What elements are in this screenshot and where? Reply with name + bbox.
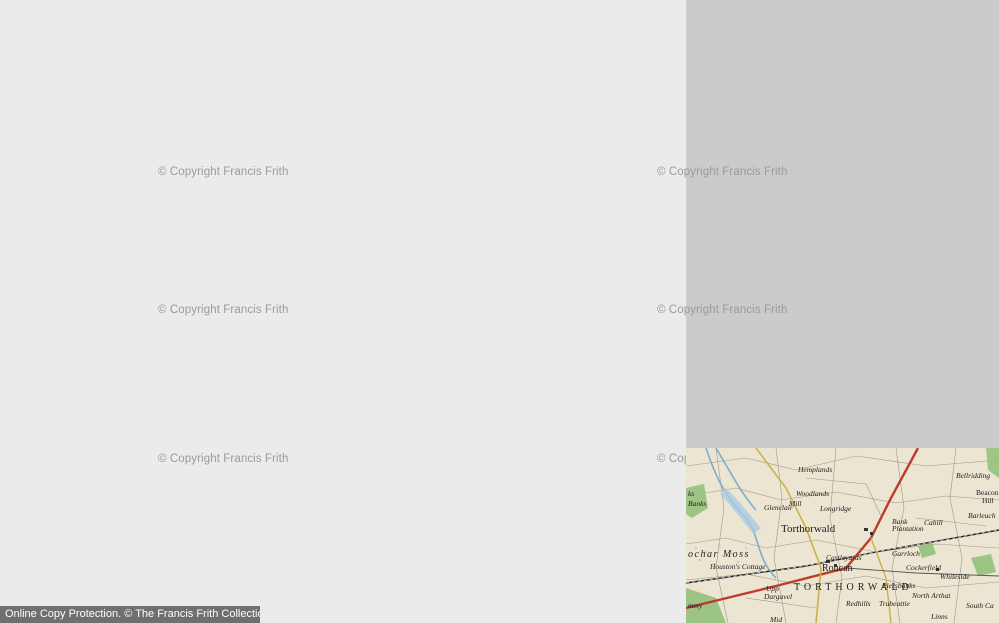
map-label-torthorwald-parish: TORTHORWALD [794, 582, 913, 593]
map-label-woodlands: Woodlands [796, 489, 829, 498]
map-tile[interactable]: Hemplands Woodlands Bellridding Beacon H… [686, 448, 999, 623]
map-label-torthorwald: Torthorwald [781, 523, 836, 535]
map-label-north-arthat: North Arthat [911, 591, 951, 600]
map-label-lochar-moss: ochar Moss [688, 549, 750, 560]
map-label-dargavel: Dargavel [763, 592, 792, 601]
map-label-redhills: Redhills [845, 599, 871, 608]
footer-protection-text: Online Copy Protection. [5, 608, 122, 620]
map-label-barleuch: Barleuch [968, 511, 996, 520]
map-label-castleyards: Castleyards [826, 553, 862, 562]
map-label-linns: Linns [930, 612, 948, 621]
map-label-banks: Banks [688, 499, 706, 508]
map-label-cockerfield: Cockerfield [906, 563, 941, 572]
watermark: © Copyright Francis Frith [657, 453, 686, 465]
map-label-hemplands: Hemplands [797, 465, 832, 474]
map-label-longridge: Longridge [819, 504, 852, 513]
map-label-emmy: mmy [688, 601, 703, 610]
map-placeholder-panel [686, 0, 999, 448]
map-label-mill: Mill [788, 499, 802, 508]
watermark: © Copyright Francis Frith [657, 166, 788, 178]
watermark: © Copyright Francis Frith [158, 304, 289, 316]
map-label-houstons-cottage: Houston's Cottage [709, 562, 766, 571]
map-label-ks: ks [688, 489, 694, 498]
map-label-plantation: Plantation [891, 524, 924, 533]
map-label-bellridding: Bellridding [956, 471, 990, 480]
map-tile-graphic: Hemplands Woodlands Bellridding Beacon H… [686, 448, 999, 623]
footer-copyright-text: © The Francis Frith Collection [124, 608, 260, 620]
map-label-hill: Hill [982, 496, 994, 505]
map-label-trabeattie: Trabeattie [879, 599, 911, 608]
map-label-garrloch: Garrloch [892, 549, 920, 558]
copy-protection-footer: Online Copy Protection. © The Francis Fr… [0, 606, 260, 623]
watermark: © Copyright Francis Frith [158, 453, 289, 465]
map-label-south-ca: South Ca [966, 601, 994, 610]
map-label-mid: Mid [769, 615, 782, 623]
map-label-cahill: Cahill [924, 518, 943, 527]
watermark: © Copyright Francis Frith [657, 304, 788, 316]
map-label-whiteside: Whiteside [940, 572, 970, 581]
watermark: © Copyright Francis Frith [158, 166, 289, 178]
map-label-roucan: Roucan [822, 563, 853, 574]
